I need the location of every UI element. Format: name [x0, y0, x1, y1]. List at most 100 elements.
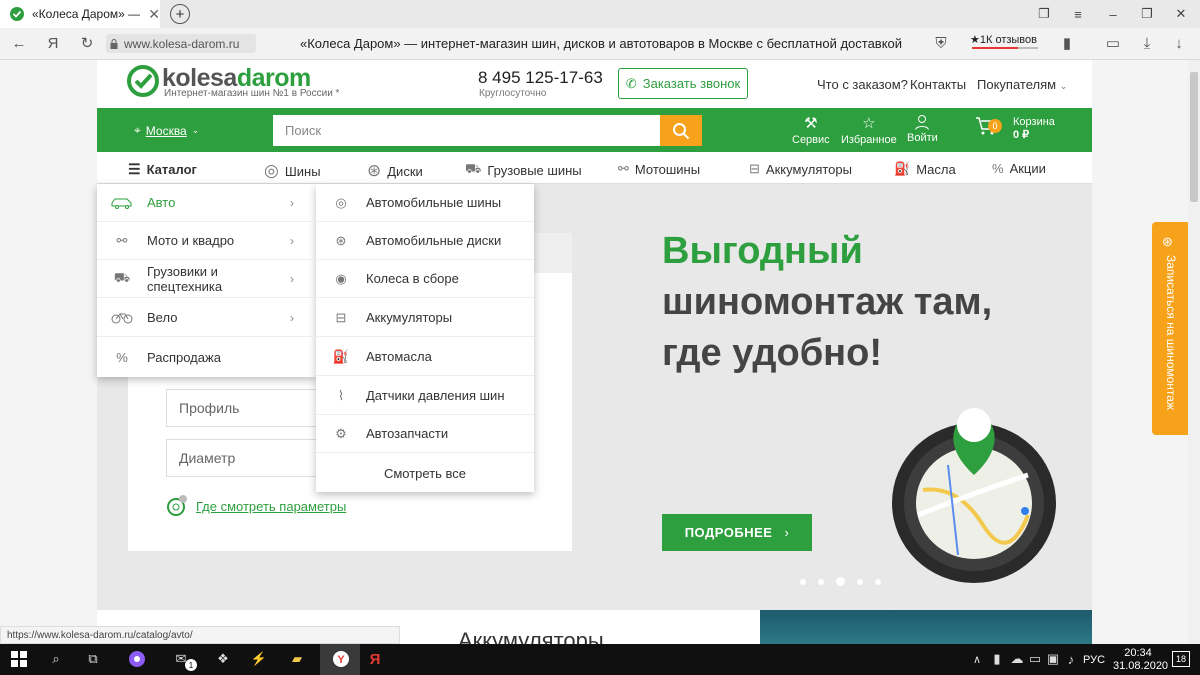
download-icon[interactable]: ↓: [1170, 34, 1188, 52]
profile-select[interactable]: Профиль: [166, 389, 326, 427]
submenu-wheels[interactable]: ◉ Колеса в сборе: [316, 260, 534, 298]
submenu-parts[interactable]: ⚙ Автозапчасти: [316, 415, 534, 453]
nav-oils[interactable]: ⛽ Масла: [894, 161, 956, 177]
new-tab-button[interactable]: +: [170, 4, 190, 24]
nav-batteries[interactable]: ⊟ Аккумуляторы: [749, 161, 852, 177]
phone-number[interactable]: 8 495 125-17-63: [478, 68, 603, 88]
menu-item-bike[interactable]: Вело ›: [97, 299, 316, 337]
microphone-icon[interactable]: ▮: [986, 648, 1008, 670]
nav-sales-label: Акции: [1009, 161, 1046, 176]
menu-item-auto-label: Авто: [147, 195, 176, 210]
promo-image: [760, 610, 1092, 644]
submenu-car-disks[interactable]: ⊛ Автомобильные диски: [316, 222, 534, 260]
submenu-parts-label: Автозапчасти: [366, 426, 449, 441]
menu-item-moto[interactable]: ⚯ Мото и квадро ›: [97, 222, 316, 260]
dropbox-icon[interactable]: ❖: [212, 648, 234, 670]
submenu-car-tires[interactable]: ◎ Автомобильные шины: [316, 184, 534, 222]
hero-title: Выгодный шиномонтаж там, где удобно!: [662, 226, 992, 379]
submenu-batteries[interactable]: ⊟ Аккумуляторы: [316, 299, 534, 337]
cart-button[interactable]: Корзина 0 ₽: [975, 116, 1055, 142]
file-explorer-icon[interactable]: ▰: [286, 648, 308, 670]
truck-icon: ⛟: [113, 269, 131, 285]
bolt-app-icon[interactable]: ⚡: [248, 648, 270, 670]
search-button[interactable]: [660, 115, 702, 146]
slider-dot-active[interactable]: [836, 577, 845, 586]
battery-icon: ⊟: [335, 309, 347, 325]
slider-dot[interactable]: [800, 578, 806, 585]
customers-link[interactable]: Покупателям ⌄: [977, 77, 1067, 92]
logo-icon[interactable]: [127, 65, 159, 97]
oil-can-icon: ⛽: [894, 161, 911, 176]
scrollbar-thumb[interactable]: [1190, 72, 1198, 202]
tab-close-icon[interactable]: ✕: [148, 6, 160, 23]
back-icon[interactable]: ←: [10, 34, 28, 52]
yandex-icon[interactable]: Я: [364, 648, 386, 670]
search-input[interactable]: [273, 115, 660, 146]
nav-tires[interactable]: ◎ Шины: [264, 161, 321, 181]
menu-item-auto[interactable]: Авто ›: [97, 184, 316, 222]
nav-disks[interactable]: ⊛ Диски: [367, 161, 423, 181]
task-view-icon[interactable]: ⧉: [82, 648, 104, 670]
nav-oils-label: Масла: [916, 161, 956, 177]
catalog-button[interactable]: ☰ Каталог: [128, 161, 197, 178]
notifications-icon[interactable]: 18: [1172, 651, 1190, 667]
menu-item-sale[interactable]: % Распродажа: [97, 338, 316, 376]
protect-icon[interactable]: ⛨: [932, 34, 950, 52]
url-field[interactable]: www.kolesa-darom.ru: [106, 34, 256, 53]
volume-icon[interactable]: ♪: [1060, 648, 1082, 670]
search-icon[interactable]: ⌕: [45, 648, 67, 670]
cart-label: Корзина: [1013, 116, 1055, 128]
submenu-oils[interactable]: ⛽ Автомасла: [316, 338, 534, 376]
search-icon: [672, 122, 690, 140]
submenu-wheels-label: Колеса в сборе: [366, 271, 459, 286]
browser-tab[interactable]: «Колеса Даром» — ин ✕: [0, 0, 160, 28]
more-button[interactable]: ПОДРОБНЕЕ ›: [662, 514, 812, 551]
city-selector[interactable]: ⌖ Москва ⌄: [134, 123, 199, 138]
view-all-link[interactable]: Смотреть все: [316, 454, 534, 492]
tire-icon: ◎: [335, 194, 347, 210]
slider-dot[interactable]: [818, 578, 824, 585]
minimize-icon[interactable]: –: [1103, 4, 1123, 24]
alice-icon[interactable]: [126, 648, 148, 670]
bookmarks-icon[interactable]: ❐: [1034, 4, 1054, 24]
yandex-home-icon[interactable]: Я: [44, 34, 62, 52]
login-button[interactable]: Войти: [907, 114, 938, 144]
clock[interactable]: 20:34 31.08.2020: [1113, 647, 1169, 673]
menu-icon[interactable]: ≡: [1068, 4, 1088, 24]
nav-moto-tires[interactable]: ⚯ Мотошины: [618, 161, 700, 177]
favorites-button[interactable]: ☆ Избранное: [841, 114, 897, 146]
cart-info: Корзина 0 ₽: [1013, 116, 1055, 142]
windows-start-icon[interactable]: [8, 648, 30, 670]
nav-tires-label: Шины: [284, 163, 321, 179]
reload-icon[interactable]: ↻: [78, 34, 96, 52]
cart-total: 0 ₽: [1013, 129, 1030, 141]
order-status-link[interactable]: Что с заказом?: [817, 77, 908, 92]
menu-item-bike-label: Вело: [147, 310, 178, 325]
submenu-tpms[interactable]: ⌇ Датчики давления шин: [316, 377, 534, 415]
clock-date: 31.08.2020: [1113, 660, 1169, 672]
bookmark-icon[interactable]: ▮: [1058, 34, 1076, 52]
maximize-icon[interactable]: ❐: [1137, 4, 1157, 24]
tire-icon: ◎: [264, 161, 279, 180]
reviews-badge[interactable]: ★1К отзывов: [970, 33, 1037, 47]
car-icon: [97, 197, 147, 209]
city-name: Москва: [145, 123, 187, 138]
nav-truck-tires[interactable]: ⛟ Грузовые шины: [465, 161, 582, 179]
service-button[interactable]: ⚒ Сервис: [792, 114, 830, 146]
params-link[interactable]: Где смотреть параметры: [166, 495, 346, 517]
language-indicator[interactable]: РУС: [1083, 654, 1105, 666]
menu-item-moto-label: Мото и квадро: [147, 233, 235, 248]
disk-icon: ⊛: [367, 161, 382, 180]
tray-chevron-up-icon[interactable]: ∧: [966, 648, 988, 670]
nav-sales[interactable]: % Акции: [992, 161, 1046, 176]
close-window-icon[interactable]: ✕: [1171, 4, 1191, 24]
contacts-link[interactable]: Контакты: [910, 77, 966, 92]
reviews-rating-bar: [972, 47, 1038, 49]
diameter-select[interactable]: Диаметр: [166, 439, 326, 477]
slider-dot[interactable]: [875, 578, 881, 585]
downloads-icon[interactable]: ⤓: [1138, 34, 1156, 52]
callback-button[interactable]: ✆ Заказать звонок: [618, 68, 748, 99]
slider-dot[interactable]: [857, 578, 863, 585]
yandex-browser-icon[interactable]: Y: [330, 648, 352, 670]
menu-item-trucks[interactable]: ⛟ Грузовики и спецтехника ›: [97, 260, 316, 298]
